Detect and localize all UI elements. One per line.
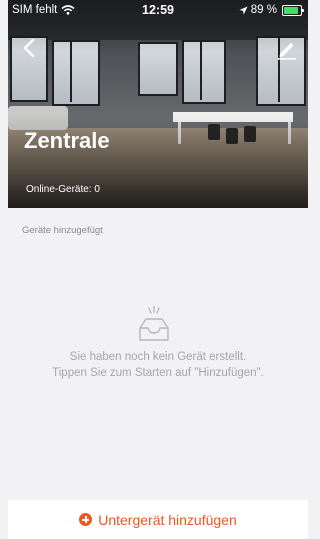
back-chevron-icon[interactable] xyxy=(18,36,42,60)
photo-shade xyxy=(8,0,308,208)
status-bar-right: 89 % xyxy=(239,4,304,16)
empty-state-line-1: Sie haben noch kein Gerät erstellt. xyxy=(69,351,247,363)
add-subdevice-label: Untergerät hinzufügen xyxy=(98,511,237,528)
devices-section: Geräte hinzugefügt Sie haben noch kein G… xyxy=(8,208,308,500)
page-title: Zentrale xyxy=(24,128,110,153)
header-background-photo xyxy=(8,0,308,208)
status-bar: SIM fehlt 12:59 89 % xyxy=(8,0,308,20)
empty-state-line-2: Tippen Sie zum Starten auf "Hinzufügen". xyxy=(52,367,264,379)
online-devices-count: Online-Geräte: 0 xyxy=(26,184,100,195)
location-icon xyxy=(239,6,248,14)
battery-charging-icon xyxy=(282,4,304,16)
empty-tray-icon xyxy=(139,306,169,341)
left-edge xyxy=(0,0,8,539)
add-subdevice-button[interactable]: Untergerät hinzufügen xyxy=(8,500,308,539)
battery-percent: 89 % xyxy=(250,4,277,16)
section-label: Geräte hinzugefügt xyxy=(22,225,103,236)
edit-pencil-icon[interactable] xyxy=(276,38,298,60)
plus-circle-icon xyxy=(79,513,93,526)
empty-state-text: Sie haben noch kein Gerät erstellt. Tipp… xyxy=(8,349,308,381)
